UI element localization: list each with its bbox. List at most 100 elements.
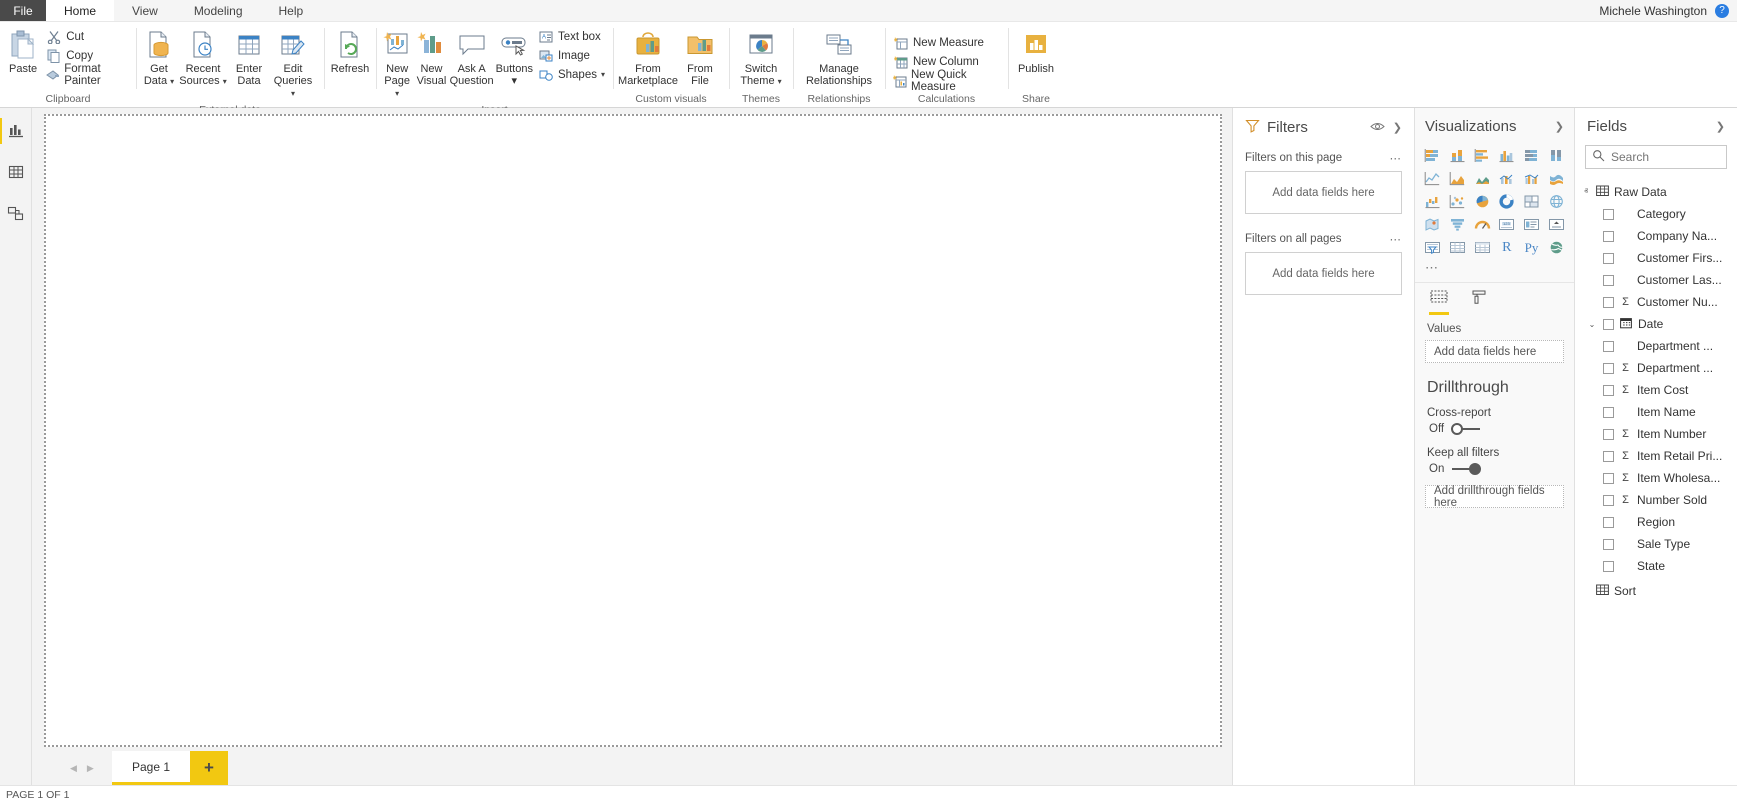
viz-filled-map[interactable]	[1421, 214, 1445, 235]
viz-line-stacked-column-chart[interactable]	[1495, 168, 1519, 189]
fields-table-sort[interactable]: ⱟ Sort	[1575, 580, 1737, 602]
viz-stacked-area-chart[interactable]	[1470, 168, 1494, 189]
image-button[interactable]: Image	[534, 46, 609, 65]
viz-arcgis-map[interactable]	[1544, 237, 1568, 258]
cross-report-toggle[interactable]	[1451, 423, 1481, 435]
edit-queries-button[interactable]: Edit Queries ▾	[270, 25, 316, 102]
field-checkbox[interactable]	[1603, 495, 1614, 506]
page-tab-page-1[interactable]: Page 1	[112, 751, 190, 785]
collapse-fields-chevron-icon[interactable]: ❯	[1716, 120, 1725, 133]
new-measure-button[interactable]: New Measure	[889, 33, 1004, 52]
sidebar-item-report-view[interactable]	[1, 116, 31, 146]
field-checkbox[interactable]	[1603, 473, 1614, 484]
new-page-button[interactable]: New Page ▾	[380, 25, 414, 102]
field-item-item-name[interactable]: Σ Item Name	[1575, 401, 1737, 423]
text-box-button[interactable]: A Text box	[534, 27, 609, 46]
viz-waterfall-chart[interactable]	[1421, 191, 1445, 212]
values-dropzone[interactable]: Add data fields here	[1425, 340, 1564, 363]
field-checkbox[interactable]	[1603, 253, 1614, 264]
viz-python-visual[interactable]: Py	[1520, 237, 1544, 258]
buttons-button[interactable]: Buttons ▾	[495, 25, 534, 89]
menu-tab-help[interactable]: Help	[261, 0, 322, 21]
viz-gauge[interactable]	[1470, 214, 1494, 235]
help-icon[interactable]: ?	[1715, 4, 1729, 18]
new-quick-measure-button[interactable]: New Quick Measure	[889, 71, 1004, 90]
field-item-department-name[interactable]: Σ Department ...	[1575, 335, 1737, 357]
field-checkbox[interactable]	[1603, 385, 1614, 396]
fields-search-box[interactable]	[1585, 145, 1727, 169]
page-next-button[interactable]: ▶	[87, 763, 94, 774]
menu-tab-view[interactable]: View	[114, 0, 176, 21]
drillthrough-dropzone[interactable]: Add drillthrough fields here	[1425, 485, 1564, 508]
new-visual-button[interactable]: New Visual	[414, 25, 448, 89]
viz-stacked-bar-chart[interactable]	[1421, 145, 1445, 166]
paste-button[interactable]: Paste	[4, 25, 42, 77]
filters-all-pages-dropzone[interactable]: Add data fields here	[1245, 252, 1402, 295]
menu-tab-modeling[interactable]: Modeling	[176, 0, 261, 21]
field-item-region[interactable]: Σ Region	[1575, 511, 1737, 533]
field-item-department-number[interactable]: Σ Department ...	[1575, 357, 1737, 379]
field-item-item-wholesale[interactable]: Σ Item Wholesa...	[1575, 467, 1737, 489]
field-checkbox[interactable]	[1603, 363, 1614, 374]
field-item-item-cost[interactable]: Σ Item Cost	[1575, 379, 1737, 401]
tab-fields-well[interactable]	[1429, 289, 1449, 315]
collapse-visualizations-chevron-icon[interactable]: ❯	[1555, 120, 1564, 133]
viz-pie-chart[interactable]	[1470, 191, 1494, 212]
keep-all-filters-toggle[interactable]	[1451, 463, 1481, 475]
field-checkbox[interactable]	[1603, 561, 1614, 572]
viz-card[interactable]: 123	[1495, 214, 1519, 235]
field-checkbox[interactable]	[1603, 429, 1614, 440]
from-file-button[interactable]: From File	[679, 25, 721, 89]
field-checkbox[interactable]	[1603, 297, 1614, 308]
collapse-filters-chevron-icon[interactable]: ❯	[1393, 121, 1402, 134]
field-item-number-sold[interactable]: Σ Number Sold	[1575, 489, 1737, 511]
recent-sources-button[interactable]: Recent Sources ▾	[178, 25, 228, 90]
publish-button[interactable]: Publish	[1012, 25, 1060, 77]
menu-tab-home[interactable]: Home	[46, 0, 114, 21]
viz-multi-row-card[interactable]	[1520, 214, 1544, 235]
report-canvas[interactable]	[44, 114, 1222, 747]
field-checkbox[interactable]	[1603, 517, 1614, 528]
field-item-state[interactable]: Σ State	[1575, 555, 1737, 577]
sidebar-item-model-view[interactable]	[1, 200, 31, 230]
field-item-customer-number[interactable]: Σ Customer Nu...	[1575, 291, 1737, 313]
field-item-company-name[interactable]: Σ Company Na...	[1575, 225, 1737, 247]
enter-data-button[interactable]: Enter Data	[228, 25, 270, 89]
field-item-customer-first[interactable]: Σ Customer Firs...	[1575, 247, 1737, 269]
viz-r-script-visual[interactable]: R	[1495, 237, 1519, 258]
field-checkbox[interactable]	[1603, 275, 1614, 286]
manage-relationships-button[interactable]: Manage Relationships	[797, 25, 881, 89]
sidebar-item-data-view[interactable]	[1, 158, 31, 188]
viz-map[interactable]	[1544, 191, 1568, 212]
shapes-button[interactable]: Shapes ▾	[534, 65, 609, 84]
viz-clustered-bar-chart[interactable]	[1470, 145, 1494, 166]
field-checkbox[interactable]	[1603, 341, 1614, 352]
switch-theme-button[interactable]: Switch Theme ▾	[733, 25, 789, 90]
viz-area-chart[interactable]	[1446, 168, 1470, 189]
add-page-button[interactable]: +	[190, 751, 228, 785]
eye-icon[interactable]	[1370, 121, 1385, 135]
ask-question-button[interactable]: Ask A Question	[449, 25, 495, 89]
filters-this-page-more-icon[interactable]: ⋯	[1390, 151, 1403, 165]
viz-matrix[interactable]	[1470, 237, 1494, 258]
search-input[interactable]	[1611, 150, 1720, 164]
viz-100-stacked-column-chart[interactable]	[1544, 145, 1568, 166]
page-prev-button[interactable]: ◀	[70, 763, 77, 774]
viz-clustered-column-chart[interactable]	[1495, 145, 1519, 166]
viz-treemap[interactable]	[1520, 191, 1544, 212]
filters-all-pages-more-icon[interactable]: ⋯	[1390, 232, 1403, 246]
viz-scatter-chart[interactable]	[1446, 191, 1470, 212]
cut-button[interactable]: Cut	[42, 27, 132, 46]
viz-ribbon-chart[interactable]	[1544, 168, 1568, 189]
field-item-sale-type[interactable]: Σ Sale Type	[1575, 533, 1737, 555]
field-item-date[interactable]: ⌄ Date	[1575, 313, 1737, 335]
chevron-down-icon[interactable]: ⌄	[1587, 320, 1597, 329]
field-checkbox[interactable]	[1603, 407, 1614, 418]
from-marketplace-button[interactable]: From Marketplace	[617, 25, 679, 89]
field-item-item-number[interactable]: Σ Item Number	[1575, 423, 1737, 445]
filters-this-page-dropzone[interactable]: Add data fields here	[1245, 171, 1402, 214]
chevron-down-icon[interactable]: ⱟ	[1581, 587, 1591, 596]
viz-stacked-column-chart[interactable]	[1446, 145, 1470, 166]
field-checkbox[interactable]	[1603, 539, 1614, 550]
viz-donut-chart[interactable]	[1495, 191, 1519, 212]
